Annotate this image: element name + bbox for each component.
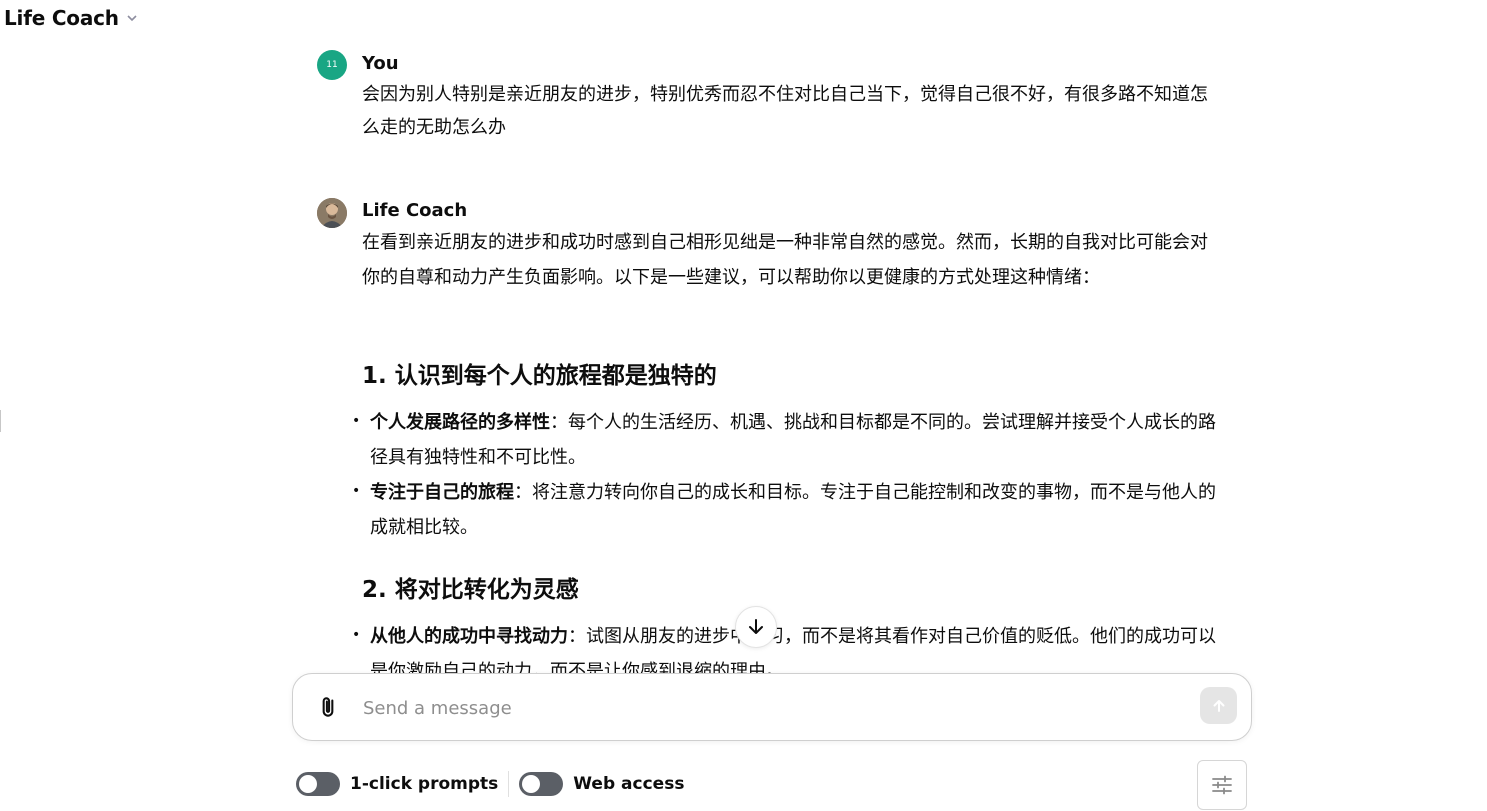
message-author: Life Coach — [362, 200, 468, 221]
bullet-list: 从他人的成功中寻找动力：试图从朋友的进步中学习，而不是将其看作对自己价值的贬低。… — [352, 618, 1224, 676]
scroll-to-bottom-button[interactable] — [735, 606, 777, 648]
item-title: 从他人的成功中寻找动力 — [370, 626, 568, 647]
user-avatar: 11 — [317, 50, 347, 80]
toggle-one-click-prompts[interactable]: 1-click prompts — [296, 772, 498, 796]
arrow-down-icon — [749, 619, 763, 634]
bullet-list: 个人发展路径的多样性：每个人的生活经历、机遇、挑战和目标都是不同的。尝试理解并接… — [352, 404, 1224, 545]
list-item: 个人发展路径的多样性：每个人的生活经历、机遇、挑战和目标都是不同的。尝试理解并接… — [352, 404, 1224, 475]
paperclip-icon[interactable] — [315, 694, 341, 720]
item-title: 专注于自己的旅程 — [370, 482, 514, 503]
list-item: 专注于自己的旅程：将注意力转向你自己的成长和目标。专注于自己能控制和改变的事物，… — [352, 474, 1224, 545]
settings-button[interactable] — [1197, 760, 1247, 810]
arrow-up-icon — [1213, 699, 1224, 712]
list-item: 从他人的成功中寻找动力：试图从朋友的进步中学习，而不是将其看作对自己价值的贬低。… — [352, 618, 1224, 676]
composer-toggles: 1-click prompts Web access — [296, 770, 684, 798]
message-input[interactable] — [361, 692, 1165, 724]
toggle-switch[interactable] — [519, 772, 564, 796]
chat-thread[interactable]: 11 You 会因为别人特别是亲近朋友的进步，特别优秀而忍不住对比自己当下，觉得… — [0, 0, 1487, 676]
user-message: 11 You 会因为别人特别是亲近朋友的进步，特别优秀而忍不住对比自己当下，觉得… — [317, 50, 1223, 150]
toggle-label: 1-click prompts — [350, 774, 499, 794]
divider — [508, 771, 510, 797]
toggle-switch[interactable] — [296, 772, 340, 796]
toggle-label: Web access — [573, 774, 685, 794]
message-composer — [292, 673, 1252, 741]
toggle-web-access[interactable]: Web access — [519, 772, 684, 796]
item-title: 个人发展路径的多样性 — [370, 412, 550, 433]
assistant-message: Life Coach 在看到亲近朋友的进步和成功时感到自己相形见绌是一种非常自然… — [317, 198, 1223, 676]
section-heading: 2. 将对比转化为灵感 — [362, 577, 579, 603]
message-intro: 在看到亲近朋友的进步和成功时感到自己相形见绌是一种非常自然的感觉。然而，长期的自… — [362, 232, 1208, 288]
section-heading: 1. 认识到每个人的旅程都是独特的 — [362, 363, 717, 389]
assistant-avatar — [317, 198, 347, 228]
sliders-icon — [1212, 775, 1232, 795]
send-button[interactable] — [1200, 687, 1237, 724]
message-author: You — [362, 53, 399, 74]
message-text: 会因为别人特别是亲近朋友的进步，特别优秀而忍不住对比自己当下，觉得自己很不好，有… — [362, 84, 1208, 138]
